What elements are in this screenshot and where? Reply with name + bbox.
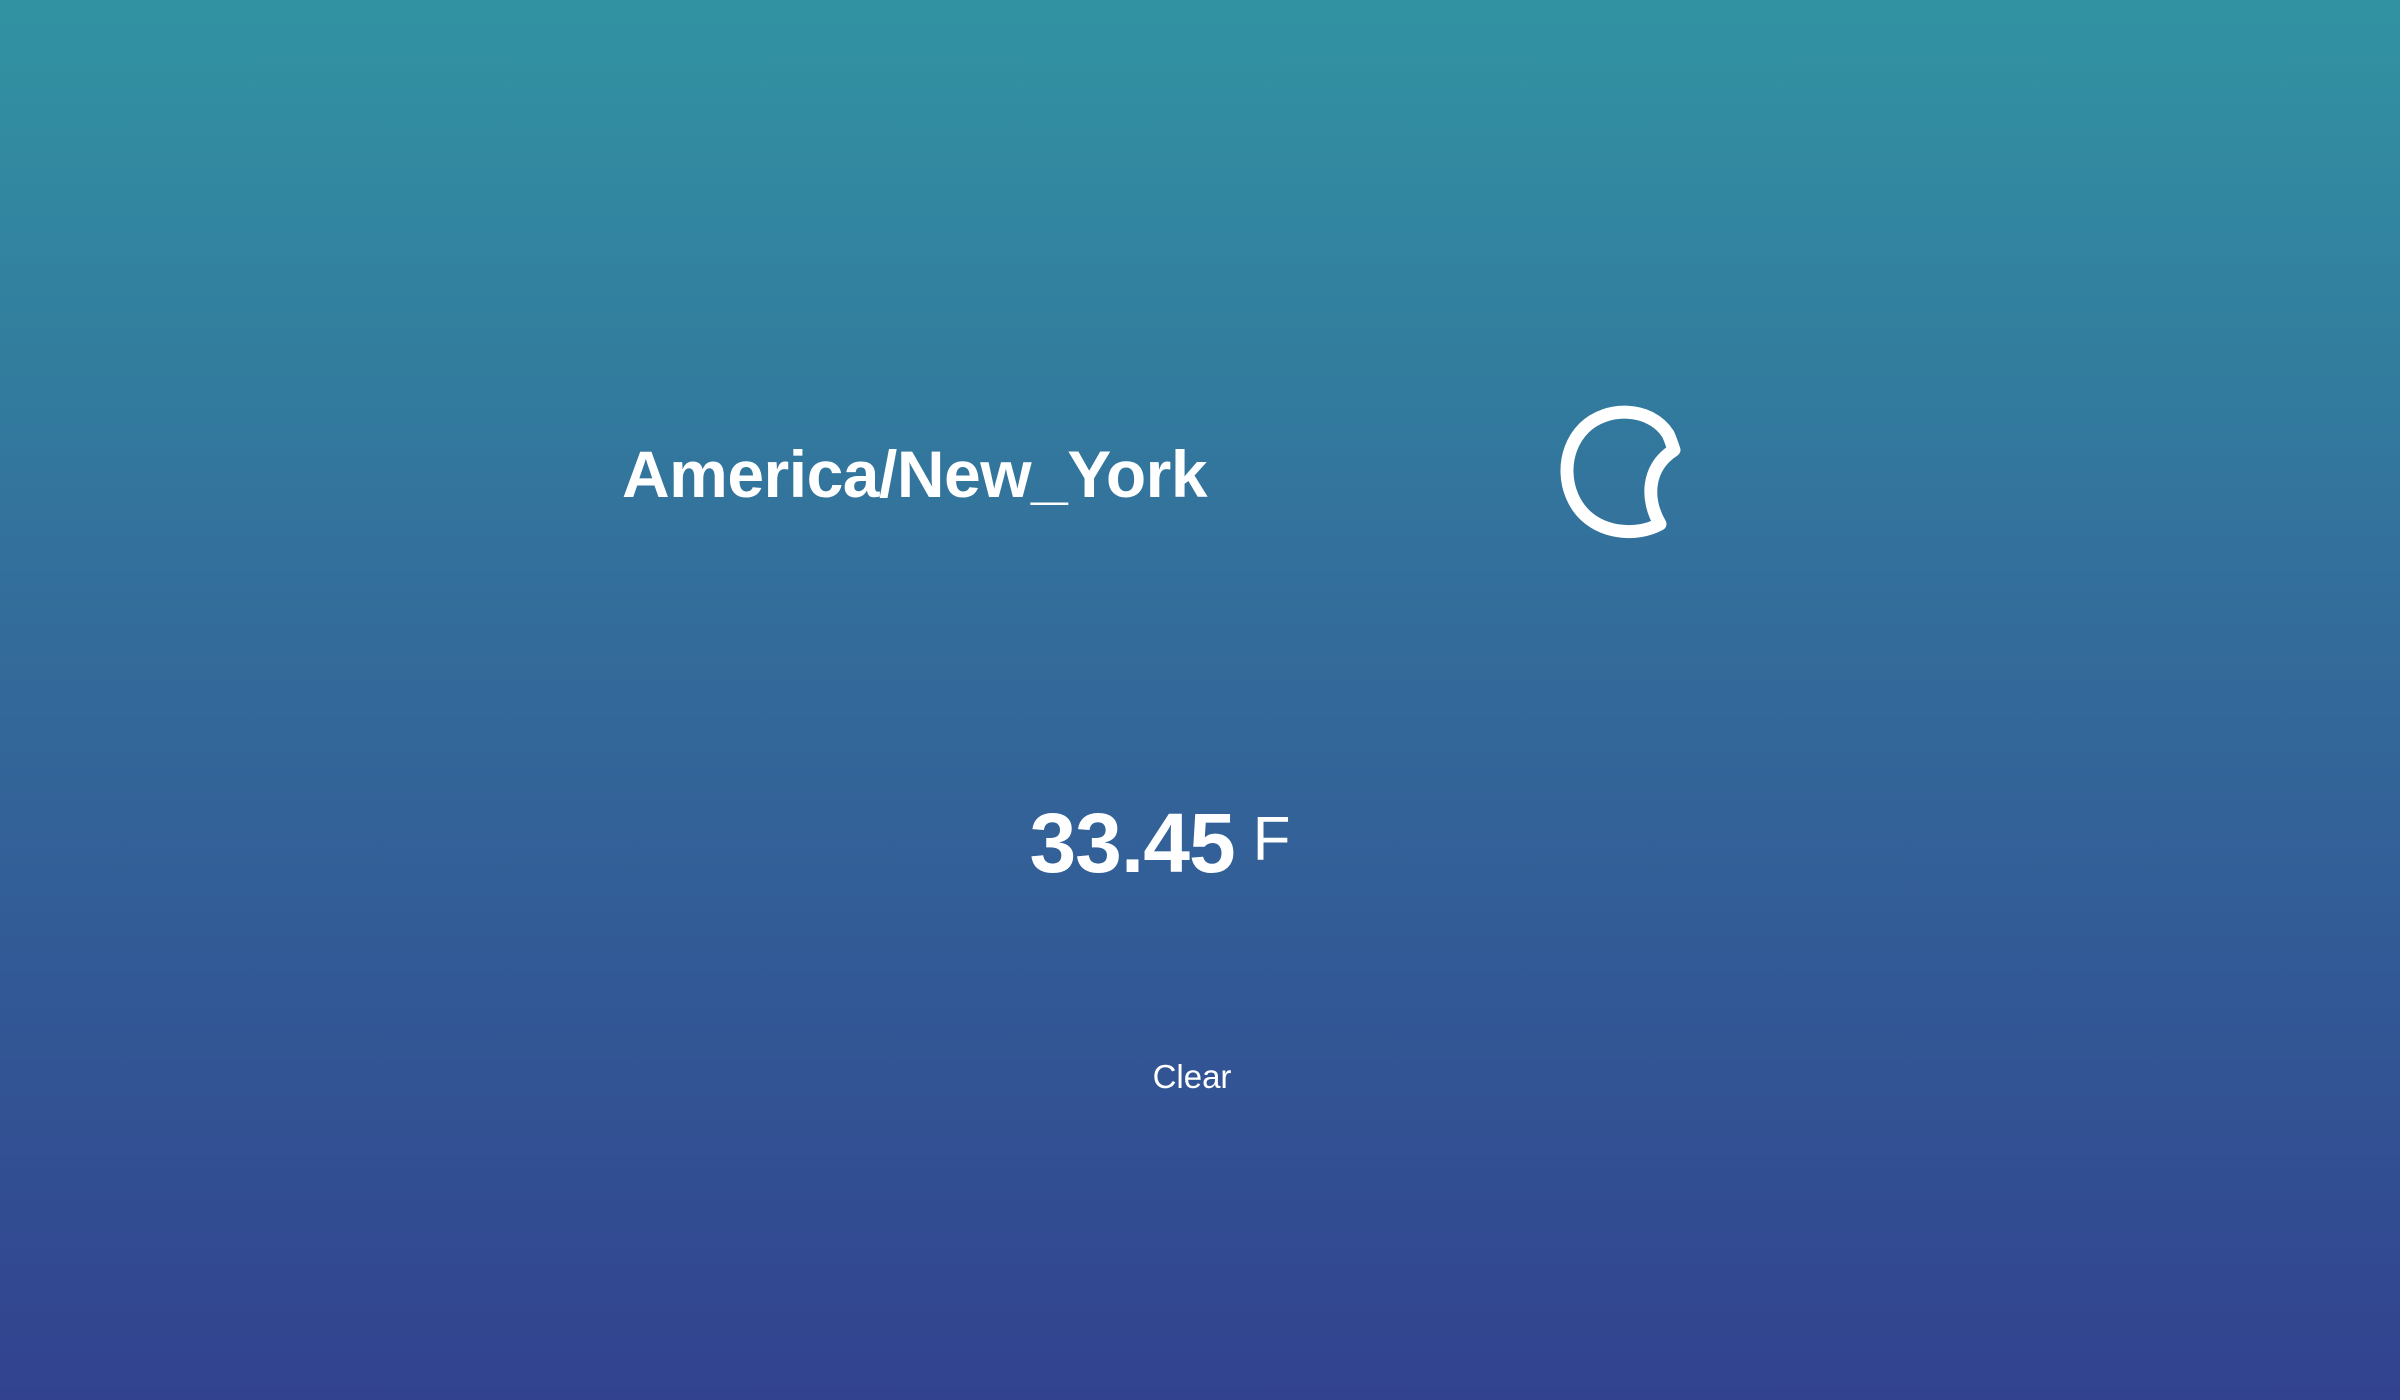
temperature-display: 33.45 F — [0, 795, 2400, 892]
weather-summary: Clear — [0, 1058, 2400, 1096]
temperature-value: 33.45 — [1029, 796, 1235, 890]
weather-app: America/New_York 33.45 F Clear — [0, 0, 2400, 1400]
weather-summary-text: Clear — [1152, 1058, 1232, 1095]
temperature-unit: F — [1252, 805, 1291, 874]
moon-icon — [1540, 392, 1700, 552]
location-timezone: America/New_York — [622, 437, 1208, 511]
